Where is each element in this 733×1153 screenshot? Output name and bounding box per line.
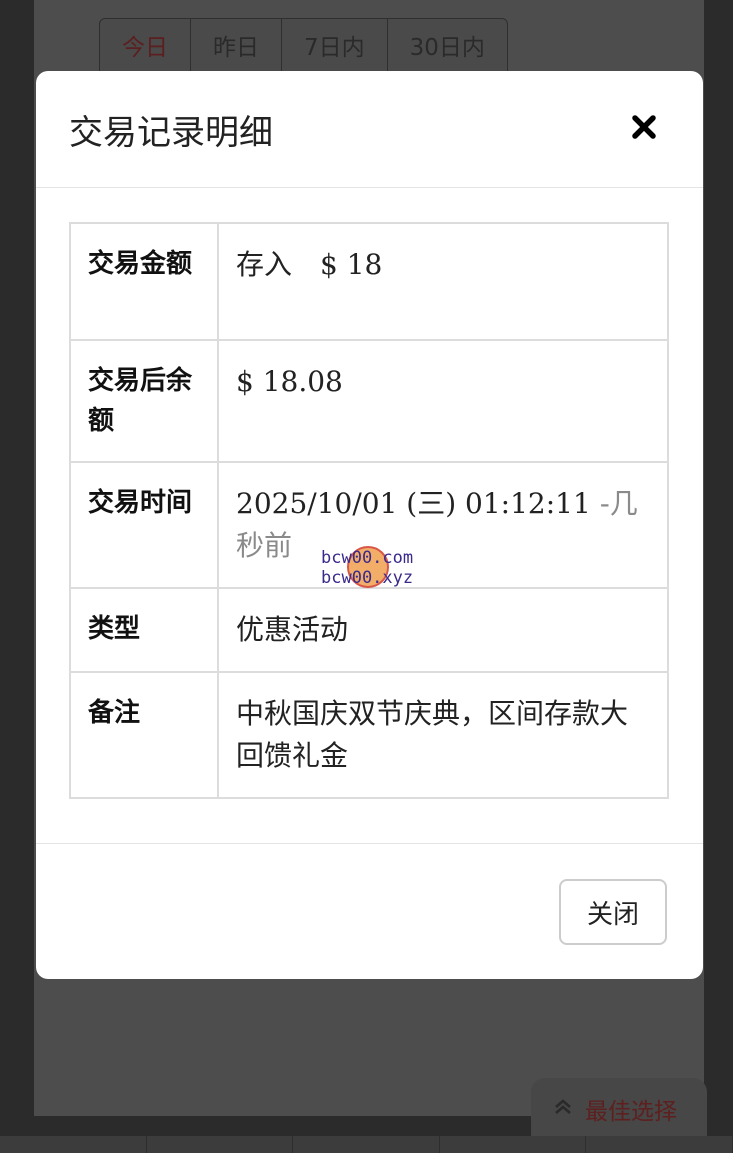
close-icon[interactable] — [624, 107, 664, 147]
row-label-note: 备注 — [69, 671, 219, 799]
row-value-type: 优惠活动 — [217, 587, 669, 673]
modal-header: 交易记录明细 — [36, 71, 703, 188]
modal-footer: 关闭 — [36, 844, 703, 980]
best-choice-label: 最佳选择 — [585, 1099, 677, 1125]
table-row: 交易后余额 $ 18.08 — [69, 339, 669, 463]
watermark-line-2: bcw00.xyz — [321, 568, 414, 588]
row-value-note: 中秋国庆双节庆典，区间存款大回馈礼金 — [217, 671, 669, 799]
table-row: 备注 中秋国庆双节庆典，区间存款大回馈礼金 — [69, 671, 669, 799]
watermark-line-1: bcw00.com — [321, 548, 414, 568]
tab-today[interactable]: 今日 — [100, 19, 191, 77]
row-label-amount: 交易金额 — [69, 222, 219, 341]
bottom-nav-bar — [0, 1136, 733, 1153]
table-row: 类型 优惠活动 — [69, 587, 669, 673]
row-value-balance: $ 18.08 — [217, 339, 669, 463]
time-value: 2025/10/01 (三) 01:12:11 — [236, 487, 591, 520]
row-label-balance: 交易后余额 — [69, 339, 219, 463]
tab-30-days[interactable]: 30日内 — [388, 19, 507, 77]
close-button[interactable]: 关闭 — [559, 879, 667, 945]
modal-body: 交易金额 存入 $ 18 交易后余额 $ 18.08 交易时间 2025/10/… — [36, 188, 703, 844]
date-range-tabs: 今日 昨日 7日内 30日内 — [99, 18, 508, 78]
row-label-type: 类型 — [69, 587, 219, 673]
watermark: bcw00.com bcw00.xyz — [321, 546, 431, 588]
row-value-amount: 存入 $ 18 — [217, 222, 669, 341]
row-label-time: 交易时间 — [69, 461, 219, 589]
modal-title: 交易记录明细 — [69, 113, 273, 153]
best-choice-button[interactable]: 最佳选择 — [531, 1078, 707, 1140]
row-value-time: 2025/10/01 (三) 01:12:11 -几秒前 — [217, 461, 669, 589]
detail-table: 交易金额 存入 $ 18 交易后余额 $ 18.08 交易时间 2025/10/… — [69, 222, 669, 799]
tab-7-days[interactable]: 7日内 — [282, 19, 388, 77]
transaction-detail-modal: 交易记录明细 交易金额 存入 $ 18 交易后余额 $ 18.08 交易时间 2… — [36, 71, 703, 979]
tab-yesterday[interactable]: 昨日 — [191, 19, 282, 77]
double-chevron-up-icon — [553, 1097, 573, 1121]
table-row: 交易金额 存入 $ 18 — [69, 222, 669, 341]
